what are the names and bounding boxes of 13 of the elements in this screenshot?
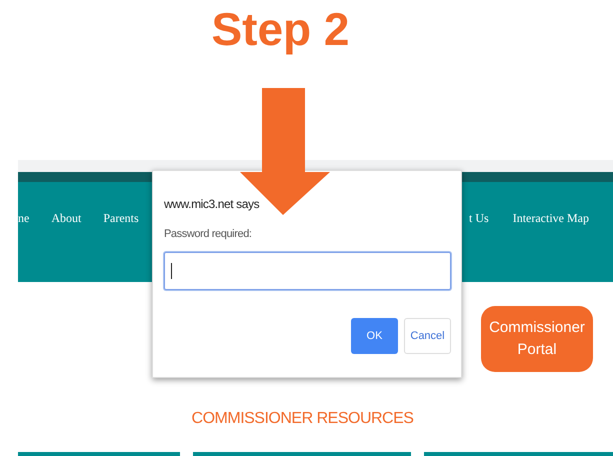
ok-button[interactable]: OK xyxy=(351,318,398,354)
nav-link[interactable]: Parents xyxy=(103,211,139,226)
nav-link[interactable]: t Us xyxy=(469,211,489,226)
step-heading: Step 2 xyxy=(211,2,350,56)
nav-link[interactable]: ne xyxy=(18,211,30,226)
dialog-origin: www.mic3.net says xyxy=(164,197,260,211)
password-field[interactable] xyxy=(164,252,451,290)
cancel-button[interactable]: Cancel xyxy=(404,318,451,354)
section-title: COMMISSIONER RESOURCES xyxy=(192,410,414,428)
nav-link[interactable]: About xyxy=(51,211,82,226)
nav-link[interactable]: Interactive Map xyxy=(512,211,589,226)
dialog-message: Password required: xyxy=(164,228,253,240)
commissioner-portal-button[interactable]: Commissioner Portal xyxy=(481,306,593,372)
